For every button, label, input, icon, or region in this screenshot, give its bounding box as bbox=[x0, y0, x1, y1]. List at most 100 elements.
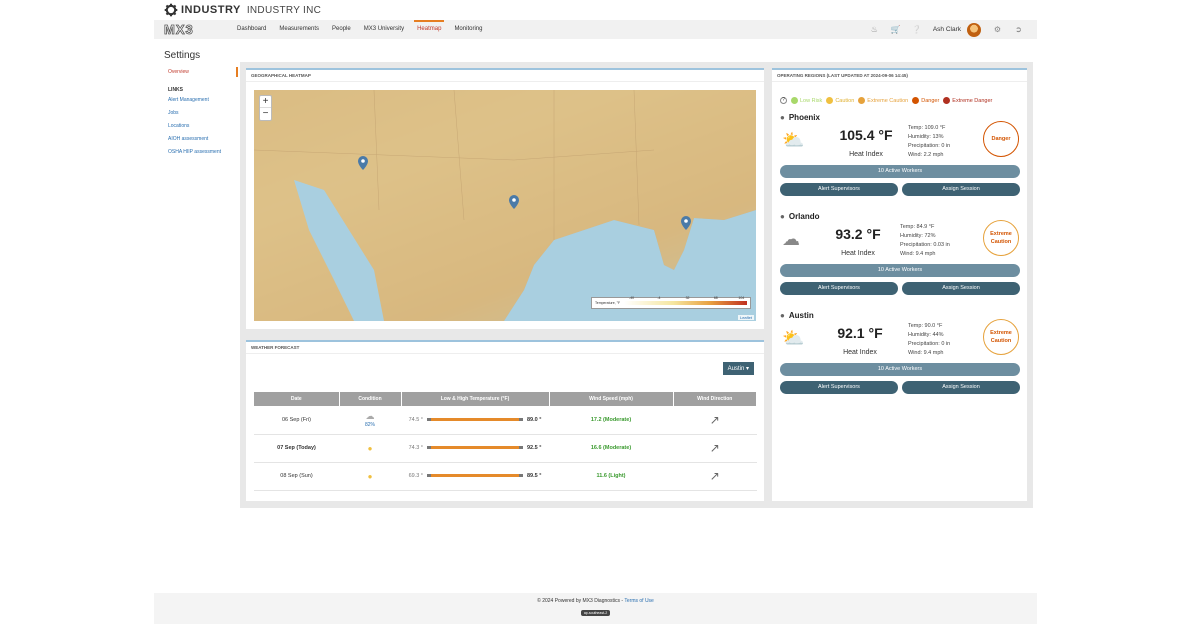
map-pin-phoenix[interactable] bbox=[358, 156, 368, 170]
heat-index-label: Heat Index bbox=[841, 250, 875, 257]
legend-low-risk: Low Risk bbox=[791, 97, 822, 104]
zoom-out-button[interactable]: − bbox=[260, 108, 271, 120]
alert-supervisors-button[interactable]: Alert Supervisors bbox=[780, 183, 898, 196]
sidebar-link-locations[interactable]: Locations bbox=[164, 123, 238, 130]
nav-people[interactable]: People bbox=[332, 20, 351, 39]
region-name: ● Austin bbox=[780, 311, 814, 320]
user-name[interactable]: Ash Clark bbox=[933, 26, 961, 33]
settings-sidebar: Settings Overview LINKS Alert Management… bbox=[164, 50, 238, 162]
regions-title: OPERATING REGIONS (LAST UPDATED AT 2024-… bbox=[772, 70, 1027, 82]
assign-session-button[interactable]: Assign Session bbox=[902, 183, 1020, 196]
info-icon[interactable]: ? bbox=[780, 97, 787, 104]
col-temperature: Low & High Temperature (°F) bbox=[401, 392, 550, 406]
heat-index: 93.2 °F Heat Index bbox=[828, 226, 888, 260]
stat-precip: Precipitation: 0.03 in bbox=[900, 242, 950, 248]
nav-mx3-university[interactable]: MX3 University bbox=[364, 20, 404, 39]
legend-dot bbox=[912, 97, 920, 104]
nav-measurements[interactable]: Measurements bbox=[279, 20, 319, 39]
region-phoenix: ● Phoenix ⛅ 105.4 °F Heat Index Temp: 109.… bbox=[780, 113, 1020, 208]
cart-icon[interactable]: 🛒 bbox=[891, 25, 901, 34]
row-wind-speed: 17.2 (Moderate) bbox=[549, 406, 673, 435]
active-workers-button[interactable]: 10 Active Workers bbox=[780, 264, 1020, 277]
nav-heatmap[interactable]: Heatmap bbox=[414, 20, 445, 39]
temperature-legend: Temperature, °F -40 -4 32 68 104 bbox=[591, 296, 751, 309]
heat-index-value: 93.2 °F bbox=[835, 226, 881, 242]
map-pin-austin[interactable] bbox=[509, 195, 519, 209]
links-header: LINKS bbox=[168, 87, 183, 93]
table-row: 06 Sep (Fri) ☁ 82% 74.5 ° 89.0 ° 17.2 (Mod… bbox=[254, 406, 757, 435]
sun-icon: ● bbox=[339, 462, 401, 491]
heat-index-label: Heat Index bbox=[843, 349, 877, 356]
temp-high: 89.5 ° bbox=[527, 473, 542, 479]
mx3-logo[interactable]: MX3 bbox=[164, 22, 224, 38]
industry-logo[interactable]: INDUSTRY bbox=[164, 3, 241, 17]
sidebar-link-alert-management[interactable]: Alert Management bbox=[164, 97, 238, 104]
location-select[interactable]: Austin ▾ bbox=[722, 362, 754, 375]
region-name-text: Phoenix bbox=[788, 113, 820, 122]
row-wind-speed: 16.6 (Moderate) bbox=[549, 434, 673, 463]
heat-index-label: Heat Index bbox=[849, 151, 883, 158]
risk-badge: Extreme Caution bbox=[983, 220, 1019, 256]
nav-monitoring[interactable]: Monitoring bbox=[454, 20, 482, 39]
table-header: Date Condition Low & High Temperature (°… bbox=[254, 392, 757, 406]
bell-icon[interactable]: ♨ bbox=[870, 25, 879, 34]
sun-icon: ● bbox=[339, 434, 401, 463]
risk-badge: Danger bbox=[983, 121, 1019, 157]
sidebar-link-osha[interactable]: OSHA HIIP assessment bbox=[164, 149, 238, 156]
sidebar-link-aioh[interactable]: AIOH assessment bbox=[164, 136, 238, 143]
legend-caution: Caution bbox=[826, 97, 854, 104]
leaflet-attribution[interactable]: Leaflet bbox=[737, 315, 754, 320]
partly-cloudy-icon: ⛅ bbox=[782, 328, 805, 348]
location-pin-icon: ● bbox=[780, 113, 785, 122]
region-name-text: Austin bbox=[788, 311, 814, 320]
sidebar-link-jobs[interactable]: Jobs bbox=[164, 110, 238, 117]
legend-extreme-danger: Extreme Danger bbox=[943, 97, 992, 104]
copyright-text: © 2024 Powered by MX3 Diagnostics - bbox=[537, 598, 625, 604]
legend-label: Extreme Danger bbox=[952, 97, 993, 104]
alert-supervisors-button[interactable]: Alert Supervisors bbox=[780, 282, 898, 295]
help-icon[interactable]: ❔ bbox=[912, 25, 922, 34]
temp-high: 89.0 ° bbox=[527, 416, 542, 423]
avatar[interactable] bbox=[967, 22, 981, 37]
stat-wind: Wind: 2.2 mph bbox=[908, 152, 944, 158]
nav-dashboard[interactable]: Dashboard bbox=[237, 20, 266, 39]
legend-label: Danger bbox=[921, 97, 940, 104]
table-row: 07 Sep (Today) ● 74.3 ° 92.5 ° 16.6 (Mode… bbox=[254, 434, 757, 463]
partly-cloudy-icon: ⛅ bbox=[782, 130, 805, 150]
forecast-panel: WEATHER FORECAST Austin ▾ Date Condition… bbox=[246, 340, 764, 501]
weather-stats: Temp: 109.0 °F Humidity: 13% Precipitation… bbox=[908, 124, 950, 160]
stat-precip: Precipitation: 0 in bbox=[908, 341, 951, 347]
content-area: GEOGRAPHICAL HEATMAP + − Temperature, °F bbox=[240, 62, 1033, 508]
terms-link[interactable]: Terms of Use bbox=[624, 598, 653, 604]
weather-stats: Temp: 84.9 °F Humidity: 72% Precipitation:… bbox=[900, 223, 950, 259]
gear-icon[interactable]: ⚙ bbox=[993, 25, 1002, 34]
location-pin-icon: ● bbox=[780, 212, 785, 221]
assign-session-button[interactable]: Assign Session bbox=[902, 381, 1020, 394]
logout-icon[interactable]: ➲ bbox=[1014, 25, 1023, 34]
legend-label: Caution bbox=[835, 97, 855, 104]
logo-text: INDUSTRY bbox=[181, 4, 241, 16]
temp-range-bar bbox=[427, 417, 523, 421]
stat-wind: Wind: 9.4 mph bbox=[900, 251, 936, 257]
alert-supervisors-button[interactable]: Alert Supervisors bbox=[780, 381, 898, 394]
assign-session-button[interactable]: Assign Session bbox=[902, 282, 1020, 295]
region-badge: ap-southeast-2 bbox=[580, 610, 611, 616]
row-date: 06 Sep (Fri) bbox=[254, 406, 339, 435]
stat-humidity: Humidity: 13% bbox=[908, 134, 944, 140]
map-pin-orlando[interactable] bbox=[681, 216, 691, 230]
zoom-in-button[interactable]: + bbox=[260, 96, 271, 108]
stat-temp: Temp: 84.9 °F bbox=[900, 224, 935, 230]
map-land bbox=[254, 90, 756, 321]
forecast-title: WEATHER FORECAST bbox=[246, 342, 764, 354]
footer: © 2024 Powered by MX3 Diagnostics - Term… bbox=[154, 593, 1037, 624]
active-workers-button[interactable]: 10 Active Workers bbox=[780, 165, 1020, 178]
sidebar-item-overview[interactable]: Overview bbox=[164, 67, 238, 77]
settings-title: Settings bbox=[164, 50, 201, 61]
stat-humidity: Humidity: 44% bbox=[908, 332, 944, 338]
active-workers-button[interactable]: 10 Active Workers bbox=[780, 363, 1020, 376]
legend-dot bbox=[826, 97, 834, 104]
legend-danger: Danger bbox=[912, 97, 939, 104]
regions-panel: OPERATING REGIONS (LAST UPDATED AT 2024-… bbox=[772, 68, 1027, 501]
legend-tick: -40 bbox=[629, 296, 635, 300]
heatmap-map[interactable]: + − Temperature, °F -40 -4 32 68 104 Lea… bbox=[254, 90, 756, 321]
